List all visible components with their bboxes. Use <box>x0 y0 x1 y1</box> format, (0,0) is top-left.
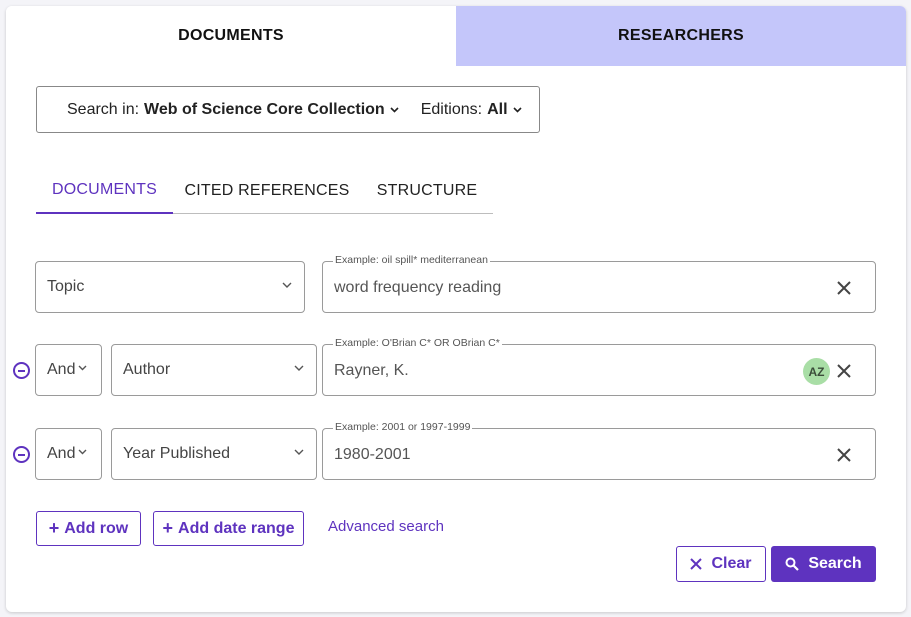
operator-select[interactable]: And <box>35 428 102 480</box>
collection-select[interactable]: Web of Science Core Collection <box>144 101 399 119</box>
chevron-down-icon <box>294 449 304 455</box>
search-button[interactable]: Search <box>771 546 876 582</box>
search-row: Topic Example: oil spill* mediterranean … <box>6 254 906 313</box>
plus-icon: + <box>162 518 174 538</box>
field-select[interactable]: Topic <box>35 261 305 313</box>
search-type-tabs: DOCUMENTS CITED REFERENCES STRUCTURE <box>36 168 493 214</box>
chevron-down-icon <box>512 106 522 113</box>
clear-button[interactable]: Clear <box>676 546 766 582</box>
close-icon <box>690 558 703 570</box>
advanced-search-link[interactable]: Advanced search <box>328 518 444 535</box>
chevron-down-icon <box>78 449 87 455</box>
add-row-button[interactable]: + Add row <box>36 511 141 546</box>
editions-value: All <box>487 100 508 118</box>
search-term-field[interactable]: Example: O'Brian C* OR OBrian C* Rayner,… <box>322 337 876 396</box>
search-in-label: Search in: <box>67 100 140 118</box>
close-icon[interactable] <box>835 279 853 297</box>
field-select-value: Author <box>123 361 171 378</box>
chevron-down-icon <box>390 106 399 113</box>
search-term-value: Rayner, K. <box>334 362 409 379</box>
field-select-value: Topic <box>47 278 85 295</box>
subtab-structure[interactable]: STRUCTURE <box>361 168 493 214</box>
search-term-value: word frequency reading <box>334 279 502 296</box>
tab-documents[interactable]: DOCUMENTS <box>6 6 456 66</box>
operator-value: And <box>47 445 76 462</box>
chevron-down-icon <box>78 365 87 371</box>
input-example-hint: Example: 2001 or 1997-1999 <box>333 421 473 433</box>
field-select-value: Year Published <box>123 445 231 462</box>
search-label: Search <box>808 555 862 572</box>
remove-row-icon[interactable] <box>13 362 30 379</box>
add-row-label: Add row <box>64 519 129 537</box>
search-icon <box>785 557 800 571</box>
search-row: And Year Published Example: 2001 or 1997… <box>6 421 906 480</box>
search-card: DOCUMENTS RESEARCHERS Search in: Web of … <box>6 6 906 612</box>
close-icon[interactable] <box>835 362 853 380</box>
input-example-hint: Example: O'Brian C* OR OBrian C* <box>333 337 502 349</box>
subtab-documents[interactable]: DOCUMENTS <box>36 168 173 214</box>
tab-researchers[interactable]: RESEARCHERS <box>456 6 906 66</box>
remove-row-icon[interactable] <box>13 446 30 463</box>
collection-value: Web of Science Core Collection <box>144 100 385 118</box>
input-example-hint: Example: oil spill* mediterranean <box>333 254 490 266</box>
search-row: And Author Example: O'Brian C* OR OBrian… <box>6 337 906 396</box>
search-term-value: 1980-2001 <box>334 446 411 463</box>
subtab-cited-references[interactable]: CITED REFERENCES <box>173 168 361 214</box>
add-date-range-button[interactable]: + Add date range <box>153 511 304 546</box>
editions-label: Editions: <box>420 100 483 118</box>
chevron-down-icon <box>294 365 304 371</box>
chevron-down-icon <box>282 282 292 288</box>
field-select[interactable]: Year Published <box>111 428 317 480</box>
top-tabs: DOCUMENTS RESEARCHERS <box>6 6 906 66</box>
field-select[interactable]: Author <box>111 344 317 396</box>
search-scope-bar: Search in: Web of Science Core Collectio… <box>36 86 540 133</box>
operator-value: And <box>47 361 76 378</box>
operator-select[interactable]: And <box>35 344 102 396</box>
author-index-icon[interactable]: AZ <box>803 358 830 385</box>
search-term-field[interactable]: Example: 2001 or 1997-1999 1980-2001 <box>322 421 876 480</box>
clear-label: Clear <box>711 555 752 572</box>
add-date-range-label: Add date range <box>178 519 295 537</box>
close-icon[interactable] <box>835 446 853 464</box>
editions-select[interactable]: All <box>487 100 522 119</box>
search-term-field[interactable]: Example: oil spill* mediterranean word f… <box>322 254 876 313</box>
plus-icon: + <box>48 518 60 538</box>
